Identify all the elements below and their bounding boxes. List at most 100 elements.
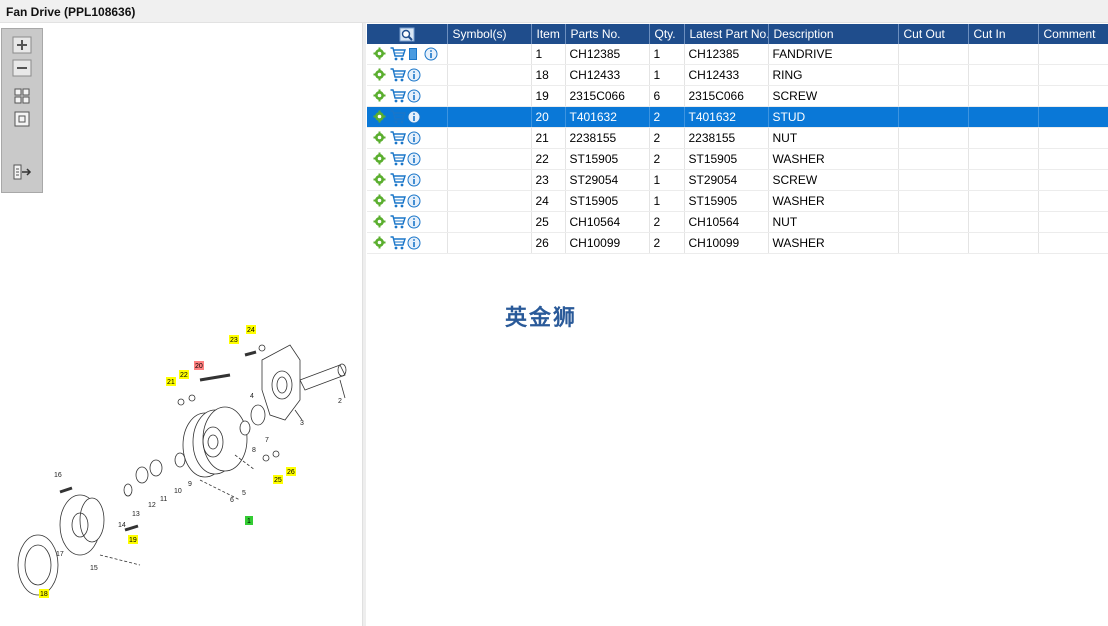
cart-icon[interactable] (390, 67, 406, 83)
cart-icon[interactable] (390, 235, 406, 251)
info-icon[interactable] (407, 173, 422, 188)
diagram-label: 5 (242, 490, 246, 497)
zoom-in-button[interactable] (12, 36, 32, 54)
column-header-description[interactable]: Description (768, 24, 899, 44)
description-cell: NUT (768, 211, 899, 233)
item-cell: 23 (531, 169, 566, 191)
comment-cell (1038, 64, 1108, 86)
actual-size-button[interactable] (12, 110, 32, 128)
diagram-label: 10 (174, 488, 182, 495)
qty-cell: 1 (649, 169, 685, 191)
gear-icon[interactable] (373, 110, 388, 125)
item-cell: 22 (531, 148, 566, 170)
cart-icon[interactable] (390, 214, 406, 230)
diagram-toolbar (1, 28, 43, 193)
cart-icon[interactable] (390, 193, 406, 209)
table-row[interactable]: 19 2315C066 6 2315C066 SCREW (367, 85, 1108, 107)
info-icon[interactable] (407, 152, 422, 167)
pane-splitter[interactable] (362, 23, 366, 626)
gear-icon[interactable] (373, 131, 388, 146)
cart-icon[interactable] (390, 130, 406, 146)
table-row[interactable]: 22 ST15905 2 ST15905 WASHER (367, 148, 1108, 170)
callout-22: 22 (180, 372, 188, 379)
table-row[interactable]: 18 CH12433 1 CH12433 RING (367, 64, 1108, 86)
column-header-comment[interactable]: Comment (1038, 24, 1108, 44)
cut-in-cell (968, 85, 1039, 107)
gear-icon[interactable] (373, 89, 388, 104)
book-icon[interactable] (407, 47, 422, 62)
cut-in-cell (968, 127, 1039, 149)
diagram-label: 11 (160, 496, 167, 503)
item-cell: 24 (531, 190, 566, 212)
table-row[interactable]: 24 ST15905 1 ST15905 WASHER (367, 190, 1108, 212)
table-row[interactable]: 20 T401632 2 T401632 STUD (367, 106, 1108, 128)
latest-part-no-cell: CH12433 (684, 64, 769, 86)
row-actions-cell (367, 148, 448, 170)
latest-part-no-cell: T401632 (684, 106, 769, 128)
table-row[interactable]: 1 CH12385 1 CH12385 FANDRIVE (367, 44, 1108, 65)
diagram-label: 16 (54, 472, 62, 479)
qty-cell: 1 (649, 190, 685, 212)
info-icon[interactable] (407, 131, 422, 146)
table-row[interactable]: 21 2238155 2 2238155 NUT (367, 127, 1108, 149)
item-cell: 19 (531, 85, 566, 107)
table-row[interactable]: 25 CH10564 2 CH10564 NUT (367, 211, 1108, 233)
callout-19: 19 (129, 537, 137, 544)
diagram-label: 4 (250, 393, 254, 400)
column-header-parts-no[interactable]: Parts No. (565, 24, 650, 44)
gear-icon[interactable] (373, 236, 388, 251)
table-row[interactable]: 26 CH10099 2 CH10099 WASHER (367, 232, 1108, 254)
cut-in-cell (968, 211, 1039, 233)
gear-icon[interactable] (373, 173, 388, 188)
exploded-parts-diagram[interactable]: 2 3 4 5 6 7 8 9 10 11 12 13 14 15 16 17 … (0, 320, 362, 610)
info-icon[interactable] (407, 194, 422, 209)
info-icon[interactable] (424, 47, 439, 62)
cut-out-cell (898, 85, 969, 107)
diagram-label: 15 (90, 565, 98, 572)
window-titlebar: Fan Drive (PPL108636) (0, 0, 1108, 23)
info-icon[interactable] (407, 89, 422, 104)
cut-in-cell (968, 169, 1039, 191)
callout-23: 23 (230, 337, 238, 344)
diagram-label: 12 (148, 502, 156, 509)
row-actions-cell (367, 211, 448, 233)
cut-in-cell (968, 106, 1039, 128)
info-icon[interactable] (407, 236, 422, 251)
gear-icon[interactable] (373, 194, 388, 209)
gear-icon[interactable] (373, 215, 388, 230)
table-row[interactable]: 23 ST29054 1 ST29054 SCREW (367, 169, 1108, 191)
zoom-out-button[interactable] (12, 59, 32, 77)
item-cell: 25 (531, 211, 566, 233)
cart-icon[interactable] (390, 151, 406, 167)
header-search-cell[interactable] (367, 24, 448, 44)
column-header-qty[interactable]: Qty. (649, 24, 685, 44)
info-icon[interactable] (407, 110, 422, 125)
column-header-latest-part-no[interactable]: Latest Part No. (684, 24, 769, 44)
latest-part-no-cell: CH10099 (684, 232, 769, 254)
column-header-symbols[interactable]: Symbol(s) (447, 24, 532, 44)
info-icon[interactable] (407, 215, 422, 230)
column-header-cut-out[interactable]: Cut Out (898, 24, 969, 44)
latest-part-no-cell: CH10564 (684, 211, 769, 233)
cart-icon[interactable] (390, 109, 406, 125)
fit-all-button[interactable] (12, 87, 32, 105)
gear-icon[interactable] (373, 152, 388, 167)
column-header-item[interactable]: Item (531, 24, 566, 44)
hub-part (59, 494, 105, 556)
column-header-cut-in[interactable]: Cut In (968, 24, 1039, 44)
diagram-label: 7 (265, 437, 269, 444)
cart-icon[interactable] (390, 46, 406, 62)
row-actions-cell (367, 44, 448, 65)
diagram-label: 9 (188, 481, 192, 488)
pulley-part (182, 406, 248, 478)
cart-icon[interactable] (390, 172, 406, 188)
symbols-cell (447, 232, 532, 254)
info-icon[interactable] (407, 68, 422, 83)
gear-icon[interactable] (373, 68, 388, 83)
cart-icon[interactable] (390, 88, 406, 104)
parts-no-cell: 2315C066 (565, 85, 650, 107)
symbols-cell (447, 106, 532, 128)
symbols-cell (447, 85, 532, 107)
gear-icon[interactable] (373, 47, 388, 62)
export-button[interactable] (12, 163, 32, 181)
